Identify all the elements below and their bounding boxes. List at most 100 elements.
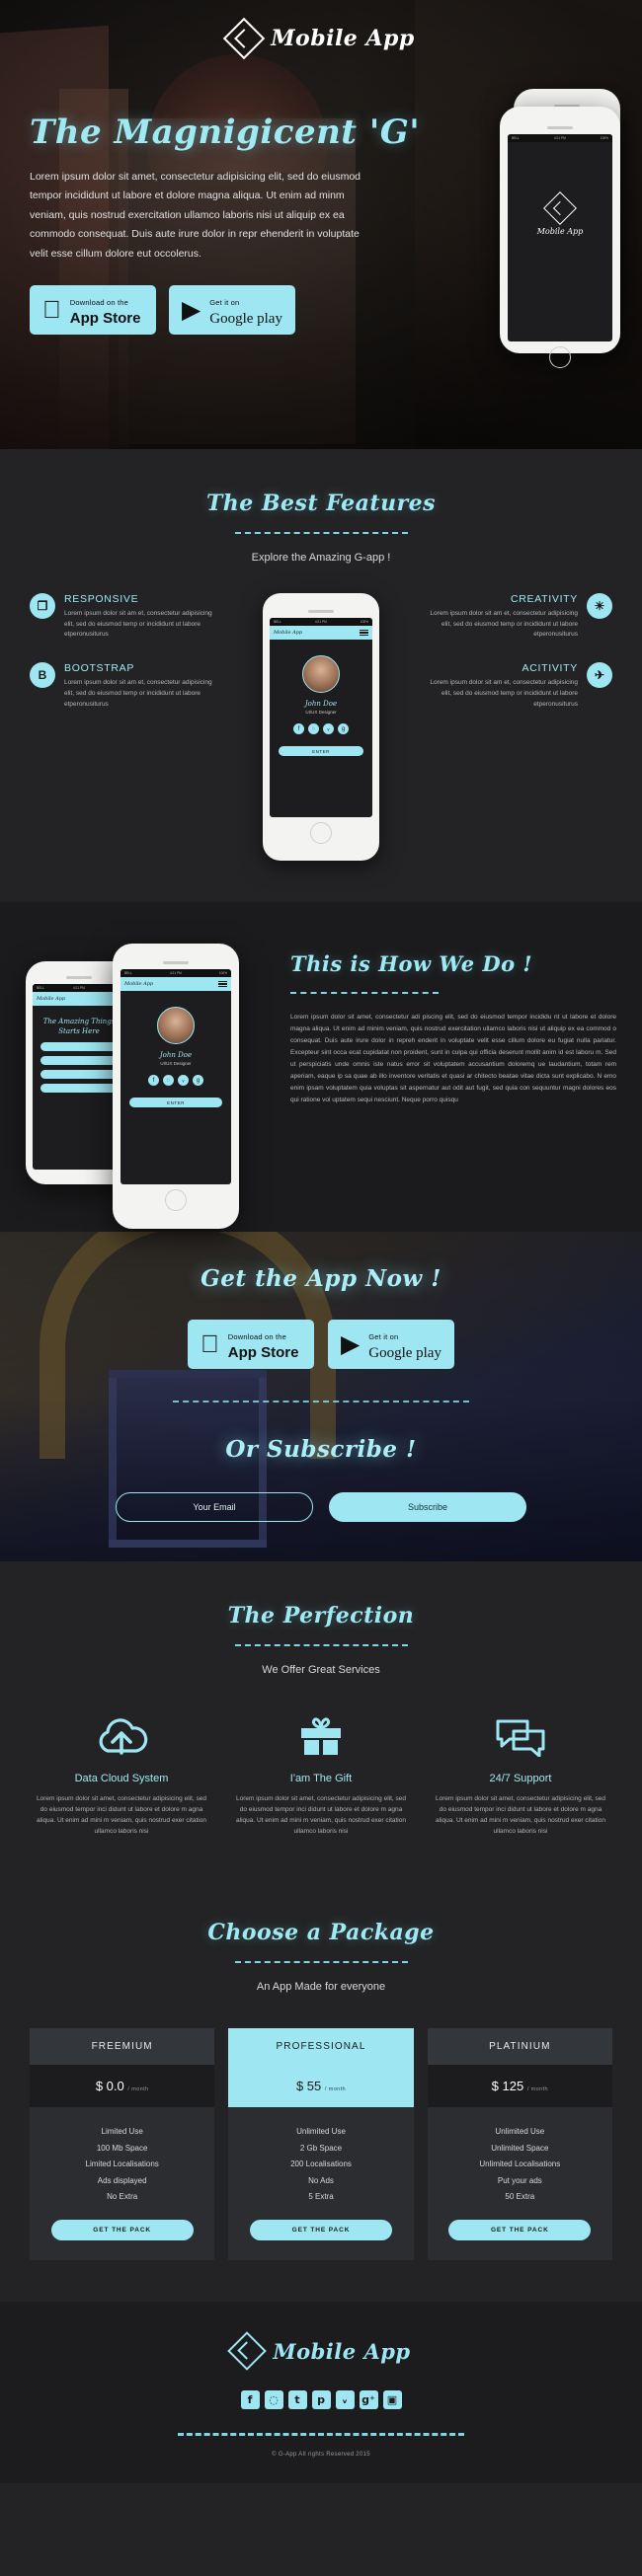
- services-section: The Perfection We Offer Great Services D…: [0, 1561, 642, 1879]
- phone-back-title: The Amazing Things Starts Here: [33, 1018, 125, 1037]
- dribbble-icon[interactable]: ◌: [163, 1075, 174, 1086]
- feature-item-bootstrap[interactable]: B BOOTSTRAP Lorem ipsum dolor sit am et,…: [30, 662, 212, 710]
- phone-back-pill[interactable]: [40, 1055, 118, 1065]
- apple-icon: : [42, 297, 61, 323]
- plan-price-period: / month: [526, 2086, 548, 2093]
- get-the-pack-button[interactable]: GET THE PACK: [250, 2220, 392, 2241]
- pinterest-icon[interactable]: р: [311, 2390, 331, 2410]
- divider-dashed: [234, 1961, 408, 1964]
- phone-speaker: [163, 961, 189, 964]
- twitter-icon[interactable]: ᵥ: [335, 2390, 355, 2410]
- profile-enter-button[interactable]: ENTER: [279, 746, 363, 756]
- app-store-button[interactable]:  Download on the App Store: [188, 1320, 314, 1370]
- plan-price-period: / month: [127, 2086, 149, 2093]
- twitter-icon[interactable]: ᵥ: [178, 1075, 189, 1086]
- service-item-data-cloud[interactable]: Data Cloud System Lorem ipsum dolor sit …: [30, 1709, 213, 1837]
- phone-speaker: [66, 976, 92, 979]
- profile-social-row: f ◌ ᵥ g: [120, 1075, 231, 1086]
- phone-back-pill[interactable]: [40, 1041, 118, 1051]
- plan-feature: Unlimited Use: [495, 2127, 545, 2137]
- status-carrier: BELL: [124, 971, 132, 975]
- phone-home-button[interactable]: [549, 346, 571, 368]
- phone-nav-bar: Mobile App: [270, 626, 372, 640]
- google-plus-icon[interactable]: g: [338, 723, 349, 734]
- google-play-button[interactable]: ▶ Get it on Google play: [169, 285, 295, 336]
- plan-name: FREEMIUM: [30, 2028, 215, 2066]
- feature-item-responsive[interactable]: ❐ RESPONSIVE Lorem ipsum dolor sit am et…: [30, 593, 212, 641]
- facebook-icon[interactable]: f: [293, 723, 304, 734]
- logo-text: Mobile App: [271, 26, 415, 51]
- pricing-plan-platinium: PLATINIUM $ 125 / month Unlimited Use Un…: [427, 2028, 612, 2261]
- service-text: Lorem ipsum dolor sit amet, consectetur …: [37, 1795, 206, 1836]
- footer-logo[interactable]: Mobile App: [30, 2331, 612, 2372]
- divider-dashed: [173, 1401, 469, 1403]
- google-play-big: Google play: [368, 1345, 441, 1361]
- feature-title: ACITIVITY: [522, 662, 578, 675]
- cta-store-buttons:  Download on the App Store ▶ Get it on …: [30, 1320, 612, 1370]
- app-store-button[interactable]:  Download on the App Store: [30, 285, 156, 336]
- features-grid: ❐ RESPONSIVE Lorem ipsum dolor sit am et…: [30, 593, 612, 861]
- get-the-pack-button[interactable]: GET THE PACK: [448, 2220, 592, 2241]
- subscribe-button[interactable]: Subscribe: [329, 1492, 526, 1523]
- phone-home-button[interactable]: [165, 1189, 187, 1211]
- service-item-support[interactable]: 24/7 Support Lorem ipsum dolor sit amet,…: [429, 1709, 612, 1837]
- service-title: I'am The Gift: [289, 1773, 353, 1785]
- hero-phone-mockups: BELL 4:21 PM 100% Mobile App The Amazing…: [500, 89, 620, 368]
- avatar: [302, 655, 340, 693]
- hamburger-menu-icon[interactable]: [360, 628, 368, 637]
- pricing-section: Choose a Package An App Made for everyon…: [0, 1878, 642, 2303]
- services-title: The Perfection: [227, 1603, 415, 1629]
- service-text: Lorem ipsum dolor sit amet, consectetur …: [236, 1795, 406, 1836]
- instagram-icon[interactable]: ▣: [382, 2390, 402, 2410]
- facebook-icon[interactable]: f: [240, 2390, 260, 2410]
- site-logo[interactable]: Mobile App: [30, 0, 612, 60]
- plan-feature: 200 Localisations: [290, 2159, 352, 2169]
- feature-item-creativity[interactable]: ☀ CREATIVITY Lorem ipsum dolor sit am et…: [430, 593, 612, 641]
- google-plus-icon[interactable]: g: [193, 1075, 203, 1086]
- facebook-icon[interactable]: f: [148, 1075, 159, 1086]
- divider-dashed: [234, 532, 408, 534]
- features-subtitle: Explore the Amazing G-app !: [251, 552, 391, 564]
- phone-back-pill[interactable]: [40, 1083, 118, 1093]
- twitter-icon[interactable]: ᵥ: [323, 723, 334, 734]
- features-phone-mockup: BELL 4:21 PM 100% Mobile App John Doe UI…: [263, 593, 379, 861]
- email-input[interactable]: [116, 1492, 313, 1523]
- status-time: 4:21 PM: [169, 971, 182, 975]
- service-item-gift[interactable]: I'am The Gift Lorem ipsum dolor sit amet…: [229, 1709, 413, 1837]
- dribbble-icon[interactable]: ◌: [308, 723, 319, 734]
- plan-feature: Ads displayed: [97, 2175, 147, 2185]
- tumblr-icon[interactable]: t: [287, 2390, 307, 2410]
- dribbble-icon[interactable]: ◌: [264, 2390, 283, 2410]
- features-section: The Best Features Explore the Amazing G-…: [0, 449, 642, 902]
- profile-role: UI/UX Designer: [160, 1061, 192, 1066]
- plan-feature: Unlimited Use: [296, 2127, 346, 2137]
- gift-icon: [229, 1709, 413, 1763]
- status-battery: 100%: [360, 620, 368, 624]
- layers-icon: ❐: [30, 593, 55, 619]
- profile-enter-button[interactable]: ENTER: [129, 1098, 222, 1107]
- phone-nav-bar: Mobile App: [120, 977, 231, 991]
- plan-feature: 100 Mb Space: [96, 2143, 148, 2153]
- pricing-subtitle: An App Made for everyone: [256, 1981, 386, 1994]
- phone-speaker: [547, 126, 573, 129]
- status-battery: 100%: [218, 971, 227, 975]
- diamond-logo-icon: [543, 191, 577, 225]
- plan-features: Unlimited Use 2 Gb Space 200 Localisatio…: [228, 2107, 413, 2260]
- app-store-small: Download on the: [51, 298, 128, 308]
- google-plus-icon[interactable]: g⁺: [359, 2390, 378, 2410]
- plan-feature: 5 Extra: [308, 2192, 334, 2201]
- how-phone-front: BELL 4:21 PM 100% Mobile App John Doe UI…: [113, 944, 239, 1229]
- google-play-button[interactable]: ▶ Get it on Google play: [328, 1320, 454, 1370]
- how-we-do-section: BELL 4:21 PM 100% Mobile App The Amazing…: [0, 902, 642, 1232]
- footer: Mobile App f ◌ t р ᵥ g⁺ ▣ © G-App All ri…: [0, 2302, 642, 2484]
- get-the-pack-button[interactable]: GET THE PACK: [50, 2220, 194, 2241]
- phone-screen-front: BELL 4:21 PM 100% Mobile App: [508, 134, 612, 341]
- status-bar: BELL 4:21 PM 100%: [270, 618, 372, 626]
- phone-home-button[interactable]: [310, 822, 332, 844]
- features-left-column: ❐ RESPONSIVE Lorem ipsum dolor sit am et…: [30, 593, 212, 710]
- google-play-small: Get it on: [368, 1332, 399, 1341]
- phone-back-pill[interactable]: [40, 1069, 118, 1079]
- hamburger-menu-icon[interactable]: [218, 979, 227, 988]
- feature-item-activity[interactable]: ✈ ACITIVITY Lorem ipsum dolor sit am et,…: [430, 662, 612, 710]
- plan-price-period: / month: [324, 2086, 347, 2093]
